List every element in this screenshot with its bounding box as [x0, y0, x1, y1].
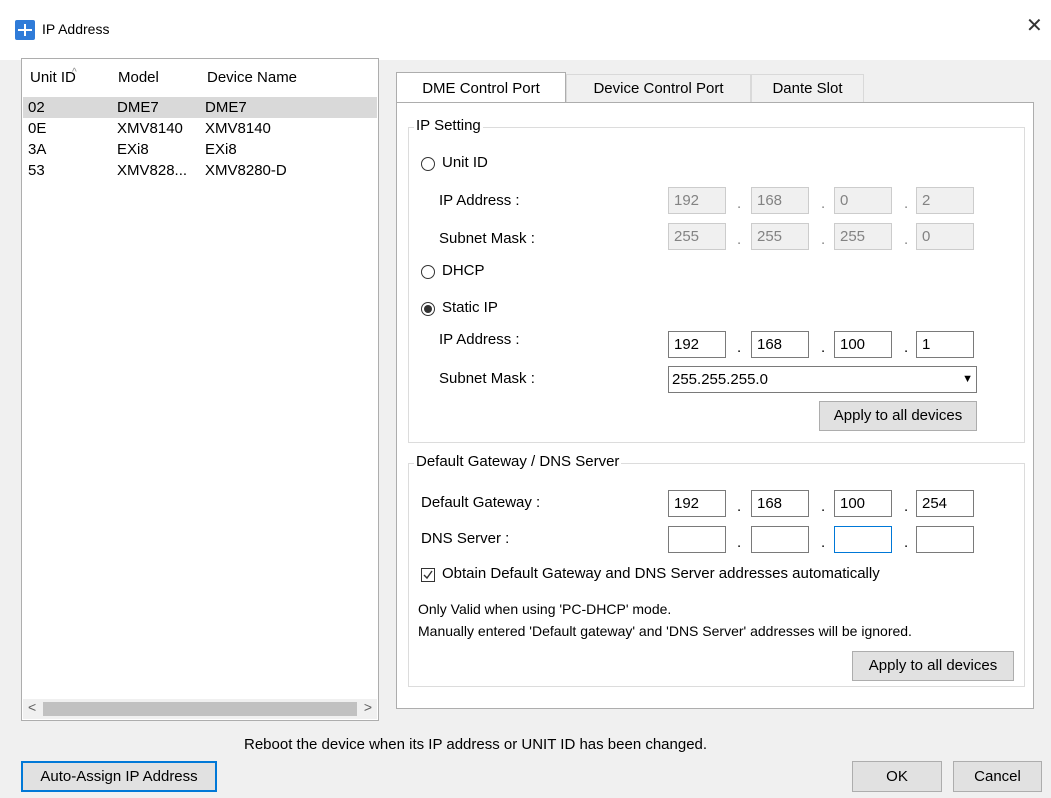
cell-model: XMV8140 — [117, 120, 183, 137]
scroll-thumb[interactable] — [43, 702, 357, 716]
app-icon — [15, 20, 35, 40]
scroll-left-icon[interactable]: < — [28, 699, 36, 715]
auto-gateway-label[interactable]: Obtain Default Gateway and DNS Server ad… — [442, 565, 880, 582]
unit-id-mask-octet-1: 255 — [668, 223, 726, 250]
table-row[interactable]: 02 DME7 DME7 — [23, 97, 377, 118]
dns-octet-3[interactable] — [834, 526, 892, 553]
unit-id-ip-octet-2: 168 — [751, 187, 809, 214]
ignored-note: Manually entered 'Default gateway' and '… — [418, 623, 912, 639]
octet-separator: . — [821, 498, 826, 515]
static-ip-octet-3[interactable]: 100 — [834, 331, 892, 358]
column-header-model[interactable]: Model — [118, 69, 159, 86]
octet-separator: . — [904, 195, 909, 212]
cell-device-name: EXi8 — [205, 141, 237, 158]
checkmark-icon — [423, 570, 433, 580]
unit-id-mask-label: Subnet Mask : — [439, 230, 535, 247]
tab-dante-slot[interactable]: Dante Slot — [751, 74, 864, 102]
scroll-right-icon[interactable]: > — [364, 699, 372, 715]
static-mask-label: Subnet Mask : — [439, 370, 535, 387]
horizontal-scrollbar[interactable]: < > — [23, 699, 377, 719]
cell-unit-id: 02 — [28, 99, 45, 116]
ip-setting-group — [408, 127, 1025, 443]
unit-id-label[interactable]: Unit ID — [442, 154, 488, 171]
dns-octet-2[interactable] — [751, 526, 809, 553]
gateway-octet-4[interactable]: 254 — [916, 490, 974, 517]
cell-model: DME7 — [117, 99, 159, 116]
octet-separator: . — [821, 195, 826, 212]
static-ip-label[interactable]: Static IP — [442, 299, 498, 316]
unit-id-mask-octet-2: 255 — [751, 223, 809, 250]
unit-id-ip-octet-3: 0 — [834, 187, 892, 214]
octet-separator: . — [737, 339, 742, 356]
default-gateway-label: Default Gateway : — [421, 494, 541, 511]
cell-unit-id: 53 — [28, 162, 45, 179]
table-row[interactable]: 3A EXi8 EXi8 — [23, 139, 377, 160]
static-ip-radio[interactable] — [421, 302, 435, 316]
octet-separator: . — [904, 339, 909, 356]
ip-setting-legend: IP Setting — [414, 117, 483, 134]
auto-gateway-checkbox[interactable] — [421, 568, 435, 582]
unit-id-mask-octet-3: 255 — [834, 223, 892, 250]
unit-id-ip-label: IP Address : — [439, 192, 520, 209]
cell-device-name: DME7 — [205, 99, 247, 116]
octet-separator: . — [737, 231, 742, 248]
tab-dme-control-port[interactable]: DME Control Port — [396, 72, 566, 104]
column-header-unit-id[interactable]: ^ Unit ID — [30, 67, 77, 86]
octet-separator: . — [904, 231, 909, 248]
octet-separator: . — [737, 195, 742, 212]
static-ip-octet-1[interactable]: 192 — [668, 331, 726, 358]
octet-separator: . — [904, 534, 909, 551]
octet-separator: . — [737, 498, 742, 515]
table-row[interactable]: 53 XMV828... XMV8280-D — [23, 160, 377, 181]
subnet-mask-select[interactable]: 255.255.255.0 ▼ — [668, 366, 977, 393]
window-title: IP Address — [42, 21, 110, 37]
cell-unit-id: 0E — [28, 120, 47, 137]
device-list[interactable]: ^ Unit ID Model Device Name 02 DME7 DME7… — [21, 58, 379, 721]
apply-ip-all-button[interactable]: Apply to all devices — [819, 401, 977, 431]
close-icon[interactable]: ✕ — [1026, 16, 1043, 36]
cell-model: EXi8 — [117, 141, 149, 158]
apply-gateway-all-button[interactable]: Apply to all devices — [852, 651, 1014, 681]
tab-panel: IP Setting Unit ID IP Address : 192 . 16… — [396, 102, 1034, 709]
title-bar — [0, 0, 1051, 60]
tab-device-control-port[interactable]: Device Control Port — [566, 74, 751, 102]
octet-separator: . — [821, 534, 826, 551]
unit-id-ip-octet-4: 2 — [916, 187, 974, 214]
cell-device-name: XMV8280-D — [205, 162, 287, 179]
dns-octet-4[interactable] — [916, 526, 974, 553]
gateway-legend: Default Gateway / DNS Server — [414, 453, 622, 470]
dhcp-label[interactable]: DHCP — [442, 262, 485, 279]
ok-button[interactable]: OK — [852, 761, 942, 792]
dropdown-arrow-icon: ▼ — [962, 373, 973, 385]
dns-server-label: DNS Server : — [421, 530, 510, 547]
octet-separator: . — [821, 339, 826, 356]
sort-up-icon: ^ — [72, 67, 77, 78]
cell-model: XMV828... — [117, 162, 188, 179]
unit-id-ip-octet-1: 192 — [668, 187, 726, 214]
column-header-device-name[interactable]: Device Name — [207, 69, 297, 86]
static-ip-octet-2[interactable]: 168 — [751, 331, 809, 358]
pc-dhcp-note: Only Valid when using 'PC-DHCP' mode. — [418, 601, 672, 617]
static-ip-octet-4[interactable]: 1 — [916, 331, 974, 358]
unit-id-mask-octet-4: 0 — [916, 223, 974, 250]
gateway-octet-1[interactable]: 192 — [668, 490, 726, 517]
auto-assign-ip-button[interactable]: Auto-Assign IP Address — [21, 761, 217, 792]
dns-octet-1[interactable] — [668, 526, 726, 553]
subnet-mask-value: 255.255.255.0 — [672, 371, 768, 388]
cancel-button[interactable]: Cancel — [953, 761, 1042, 792]
cell-device-name: XMV8140 — [205, 120, 271, 137]
gateway-octet-3[interactable]: 100 — [834, 490, 892, 517]
octet-separator: . — [821, 231, 826, 248]
octet-separator: . — [737, 534, 742, 551]
gateway-octet-2[interactable]: 168 — [751, 490, 809, 517]
dhcp-radio[interactable] — [421, 265, 435, 279]
table-row[interactable]: 0E XMV8140 XMV8140 — [23, 118, 377, 139]
cell-unit-id: 3A — [28, 141, 47, 158]
static-ip-address-label: IP Address : — [439, 331, 520, 348]
reboot-note: Reboot the device when its IP address or… — [244, 736, 708, 753]
octet-separator: . — [904, 498, 909, 515]
unit-id-radio[interactable] — [421, 157, 435, 171]
